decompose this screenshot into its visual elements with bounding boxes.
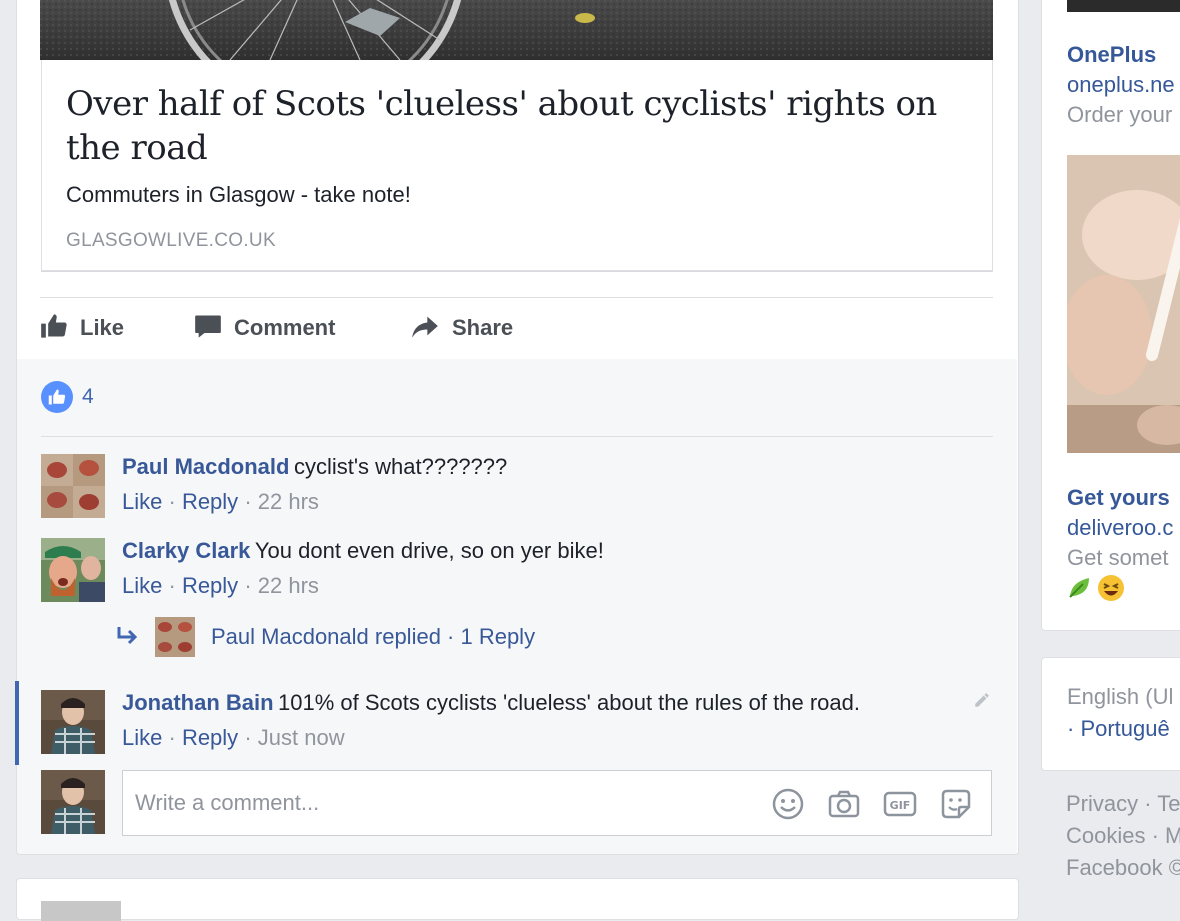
language-link[interactable]: · Portuguê [1067,716,1170,742]
separator: · [244,489,252,514]
comment-body: Jonathan Bain 101% of Scots cyclists 'cl… [122,690,942,751]
sticker-icon[interactable] [939,787,973,821]
comment-item: Clarky Clark You dont even drive, so on … [41,538,993,608]
comment-meta: Like · Reply · 22 hrs [122,573,942,599]
footer-line[interactable]: Cookies · M [1066,820,1180,852]
language-selector: English (Ul · Portuguê [1041,657,1180,771]
comment-reply-link[interactable]: Reply [182,725,238,750]
ad-image[interactable] [1067,155,1180,453]
comment-timestamp[interactable]: Just now [258,725,345,750]
ad-title[interactable]: Get yours [1067,485,1170,511]
ad-url[interactable]: oneplus.ne [1067,72,1175,98]
avatar[interactable] [41,538,105,602]
comment-text: cyclist's what??????? [293,454,508,479]
leaf-icon [1067,574,1093,607]
comment-timestamp[interactable]: 22 hrs [258,489,319,514]
separator: · [244,573,252,598]
share-label: Share [452,315,514,340]
thumbs-up-icon [40,312,68,345]
current-language: English (Ul [1067,684,1174,709]
comment-meta: Like · Reply · 22 hrs [122,489,942,515]
like-label: Like [80,315,125,340]
edit-pencil-icon[interactable] [973,691,991,714]
link-preview[interactable]: Over half of Scots 'clueless' about cycl… [41,60,993,271]
avatar[interactable] [41,901,121,921]
comment-body: Clarky Clark You dont even drive, so on … [122,538,942,599]
reply-arrow-icon [115,625,139,650]
comment-item: Paul Macdonald cyclist's what??????? Lik… [41,454,993,524]
link-title[interactable]: Over half of Scots 'clueless' about cycl… [66,82,966,170]
ad-url[interactable]: deliveroo.c [1067,515,1173,541]
sponsored-ads: OnePlus oneplus.ne Order your Get yours … [1041,0,1180,631]
new-comment-indicator [15,681,19,765]
grinning-face-icon [1097,574,1125,607]
avatar[interactable] [41,454,105,518]
emoji-icon[interactable] [771,787,805,821]
link-preview-image[interactable] [40,0,993,60]
like-reaction-icon [41,381,73,413]
comment-composer: GIF [122,770,992,836]
ad-description: Order your [1067,102,1173,127]
avatar[interactable] [41,690,105,754]
view-replies-link[interactable]: Paul Macdonald replied · 1 Reply [115,617,535,657]
separator: · [168,573,176,598]
comment-text: 101% of Scots cyclists 'clueless' about … [278,690,860,715]
current-user-avatar[interactable] [41,770,105,834]
comments-section: 4 Paul Macdonald cyclist's what??????? L… [15,359,1017,854]
separator: · [168,489,176,514]
next-post-card [16,878,1019,921]
share-button[interactable]: Share [410,310,513,346]
comment-body: Paul Macdonald cyclist's what??????? Lik… [122,454,942,515]
replies-summary-text[interactable]: Paul Macdonald replied · 1 Reply [211,624,535,650]
comment-button[interactable]: Comment [194,310,335,346]
comment-author[interactable]: Paul Macdonald [122,454,289,479]
comment-like-link[interactable]: Like [122,725,162,750]
like-button[interactable]: Like [40,310,124,346]
camera-icon[interactable] [827,787,861,821]
comment-timestamp[interactable]: 22 hrs [258,573,319,598]
comment-text: You dont even drive, so on yer bike! [254,538,604,563]
comment-author[interactable]: Jonathan Bain [122,690,274,715]
comment-input[interactable] [133,783,737,823]
comment-label: Comment [234,315,336,340]
divider [41,436,993,437]
ad-emoji [1067,574,1125,607]
share-arrow-icon [410,312,440,345]
gif-icon[interactable]: GIF [883,787,917,821]
comment-item: Jonathan Bain 101% of Scots cyclists 'cl… [41,690,993,760]
ad-image[interactable] [1067,0,1180,12]
post-actions: Like Comment Share [40,298,993,358]
separator: · [168,725,176,750]
avatar [155,617,195,657]
bicycle-wheel-image [40,0,993,60]
svg-text:GIF: GIF [890,799,911,812]
ad-description: Get somet [1067,545,1169,570]
footer-line[interactable]: Facebook © [1066,852,1180,884]
ad-title[interactable]: OnePlus [1067,42,1156,68]
comment-reply-link[interactable]: Reply [182,573,238,598]
comment-like-link[interactable]: Like [122,489,162,514]
comment-like-link[interactable]: Like [122,573,162,598]
reactions-summary[interactable]: 4 [41,381,94,413]
reaction-count[interactable]: 4 [82,385,94,409]
footer-links: Privacy · Te Cookies · M Facebook © [1066,788,1180,884]
comment-reply-link[interactable]: Reply [182,489,238,514]
speech-bubble-icon [194,312,222,345]
separator: · [244,725,252,750]
link-description: Commuters in Glasgow - take note! [66,182,411,207]
link-domain: GLASGOWLIVE.CO.UK [66,230,276,251]
footer-line[interactable]: Privacy · Te [1066,788,1180,820]
comment-meta: Like · Reply · Just now [122,725,942,751]
comment-author[interactable]: Clarky Clark [122,538,250,563]
